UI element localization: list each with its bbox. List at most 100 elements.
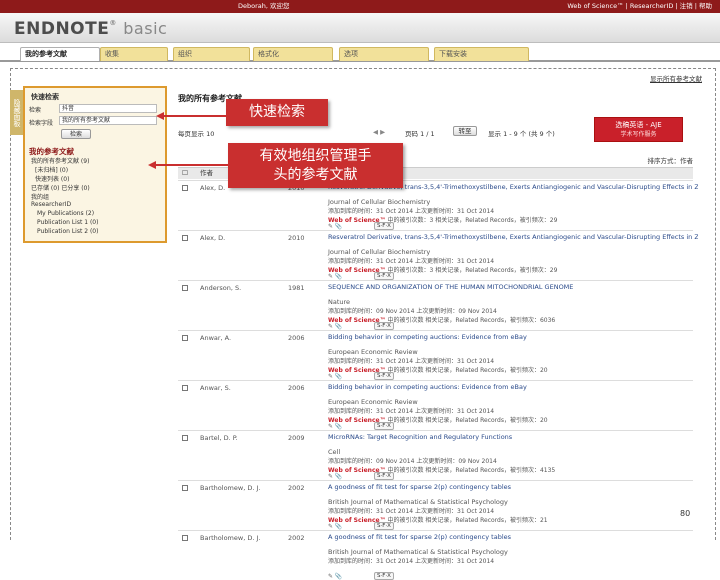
citation-counts[interactable]: 中的被引次数 相关记录，Related Records，被引频次：20 [388,417,548,424]
arrow-quick-search [160,115,227,117]
reference-journal: Nature [328,298,351,306]
reference-title[interactable]: Resveratrol Derivative, trans-3,5,4'-Tri… [328,234,698,241]
citation-counts[interactable]: 中的被引次数 相关记录，Related Records，被引频次：4135 [388,467,556,474]
go-button[interactable]: 转至 [453,126,477,136]
reference-checkbox[interactable] [182,485,188,491]
per-page-select[interactable]: 每页显示 10 [178,128,214,138]
find-it-button[interactable]: S·F·X [374,522,394,530]
reference-citations: Web of Science™ 中的被引次数：3 相关记录，Related Re… [328,215,557,224]
nav-unfiled[interactable]: [未归档] (0) [35,165,68,174]
nav-saved[interactable]: 已存储 (0) 已分享 (0) [31,183,90,192]
arrow-organize [153,164,229,166]
col-author[interactable]: 作者 [200,168,213,179]
nav-my-groups[interactable]: 我的组 [31,192,49,201]
reference-checkbox[interactable] [182,385,188,391]
arrow-head-quick [156,112,164,120]
callout-org-line2: 头的参考文献 [273,167,358,183]
attachment-icons[interactable]: ✎ 📎 [328,473,342,480]
tab-options[interactable]: 选项 [339,47,429,61]
reference-author: Bartholomew, D. J. [200,484,261,492]
reference-title[interactable]: Bidding behavior in competing auctions: … [328,384,698,391]
attachment-icons[interactable]: ✎ 📎 [328,573,342,580]
reference-journal: British Journal of Mathematical & Statis… [328,498,508,506]
reference-year: 2002 [288,534,305,542]
reference-author: Anwar, S. [200,384,231,392]
citation-counts[interactable]: 中的被引次数 相关记录，Related Records，被引频次：6036 [388,317,556,324]
reference-year: 2009 [288,434,305,442]
nav-quick-list[interactable]: 快速列表 (0) [35,174,69,183]
attachment-icons[interactable]: ✎ 📎 [328,373,342,380]
tab-format[interactable]: 格式化 [253,47,333,61]
nav-my-publications[interactable]: My Publications (2) [37,210,94,217]
tab-organize[interactable]: 组织 [173,47,250,61]
reference-citations: Web of Science™ 中的被引次数：3 相关记录，Related Re… [328,265,557,274]
page-indicator: 页码 1 / 1 [405,130,435,138]
search-input[interactable]: 抖音 [59,104,157,113]
find-it-button[interactable]: S·F·X [374,222,394,230]
reference-journal: British Journal of Mathematical & Statis… [328,548,508,556]
reference-title[interactable]: Bidding behavior in competing auctions: … [328,334,698,341]
reference-title[interactable]: MicroRNAs: Target Recognition and Regula… [328,434,698,441]
reference-checkbox[interactable] [182,335,188,341]
range-label: 显示 1 - 9 个 (共 9 个) [488,130,555,138]
attachment-icons[interactable]: ✎ 📎 [328,223,342,230]
reference-author: Anwar, A. [200,334,232,342]
reference-checkbox[interactable] [182,535,188,541]
search-scope-select[interactable]: 我的所有参考文献 [59,116,157,125]
find-it-button[interactable]: S·F·X [374,572,394,580]
nav-all-refs[interactable]: 我的所有参考文献 (9) [31,156,89,165]
reference-journal: Journal of Cellular Biochemistry [328,248,431,256]
attachment-icons[interactable]: ✎ 📎 [328,523,342,530]
reference-row: Anwar, A. 2006 Bidding behavior in competi… [178,330,693,380]
arrow-head-organize [148,161,156,169]
search-button[interactable]: 检索 [61,129,91,139]
reference-checkbox[interactable] [182,285,188,291]
reference-checkbox[interactable] [182,435,188,441]
callout-org-line1: 有效地组织管理手 [259,148,372,164]
side-panel: 快速检索 检索 抖音 检索字段 我的所有参考文献 检索 我的参考文献 我的所有参… [23,86,167,243]
endnote-logo[interactable]: ENDNOTE® basic [14,19,167,39]
page-nav-icons[interactable]: ◀ ▶ [373,128,385,136]
sort-select[interactable]: 排序方式：作者 [648,155,694,165]
reference-citations: Web of Science™ 中的被引次数 相关记录，Related Reco… [328,465,555,474]
tab-downloads[interactable]: 下载安装 [434,47,529,61]
citation-counts[interactable]: 中的被引次数 相关记录，Related Records，被引频次：20 [388,367,548,374]
citation-counts[interactable]: 中的被引次数：3 相关记录，Related Records，被引频次：29 [388,217,558,224]
show-all-link[interactable]: 显示所有参考文献 [650,73,702,83]
nav-publication-list-1[interactable]: Publication List 1 (0) [37,219,98,226]
attachment-icons[interactable]: ✎ 📎 [328,273,342,280]
main-tabs: 我的参考文献 收集 组织 格式化 选项 下载安装 [0,44,720,62]
reference-added-date: 添加到库的时间：31 Oct 2014 上次更新时间：31 Oct 2014 [328,358,495,365]
nav-publication-list-2[interactable]: Publication List 2 (0) [37,228,98,235]
tab-collect[interactable]: 收集 [100,47,168,61]
reference-year: 2006 [288,334,305,342]
reference-added-date: 添加到库的时间：31 Oct 2014 上次更新时间：31 Oct 2014 [328,258,495,265]
select-all-checkbox[interactable]: ☐ [182,168,188,179]
hide-panel-toggle[interactable]: 隐藏面板 [10,90,23,135]
attachment-icons[interactable]: ✎ 📎 [328,423,342,430]
reference-title[interactable]: SEQUENCE AND ORGANIZATION OF THE HUMAN M… [328,284,698,291]
brand-header: ENDNOTE® basic [0,13,720,43]
find-it-button[interactable]: S·F·X [374,322,394,330]
reference-added-date: 添加到库的时间：31 Oct 2014 上次更新时间：31 Oct 2014 [328,508,495,515]
attachment-icons[interactable]: ✎ 📎 [328,323,342,330]
find-it-button[interactable]: S·F·X [374,422,394,430]
citation-counts[interactable]: 中的被引次数 相关记录，Related Records，被引频次：21 [388,517,548,524]
find-it-button[interactable]: S·F·X [374,372,394,380]
nav-researcherid[interactable]: ResearcherID [31,201,71,208]
reference-journal: Cell [328,448,341,456]
tab-my-references[interactable]: 我的参考文献 [20,47,100,61]
callout-quick-search: 快速检索 [226,99,328,126]
reference-checkbox[interactable] [182,235,188,241]
search-field-label: 检索字段 [29,120,54,127]
citation-counts[interactable]: 中的被引次数：3 相关记录，Related Records，被引频次：29 [388,267,558,274]
reference-list: Alex, D. 2010 Resveratrol Derivative, tran… [178,180,698,580]
reference-checkbox[interactable] [182,185,188,191]
reference-citations: Web of Science™ 中的被引次数 相关记录，Related Reco… [328,315,555,324]
find-it-button[interactable]: S·F·X [374,472,394,480]
top-links[interactable]: Web of Science™ | ResearcherID | 注销 | 帮助 [567,0,712,13]
reference-journal: Journal of Cellular Biochemistry [328,198,431,206]
reference-citations: Web of Science™ 中的被引次数 相关记录，Related Reco… [328,365,548,374]
find-it-button[interactable]: S·F·X [374,272,394,280]
reference-title[interactable]: A goodness of fit test for sparse 2(p) c… [328,484,698,491]
